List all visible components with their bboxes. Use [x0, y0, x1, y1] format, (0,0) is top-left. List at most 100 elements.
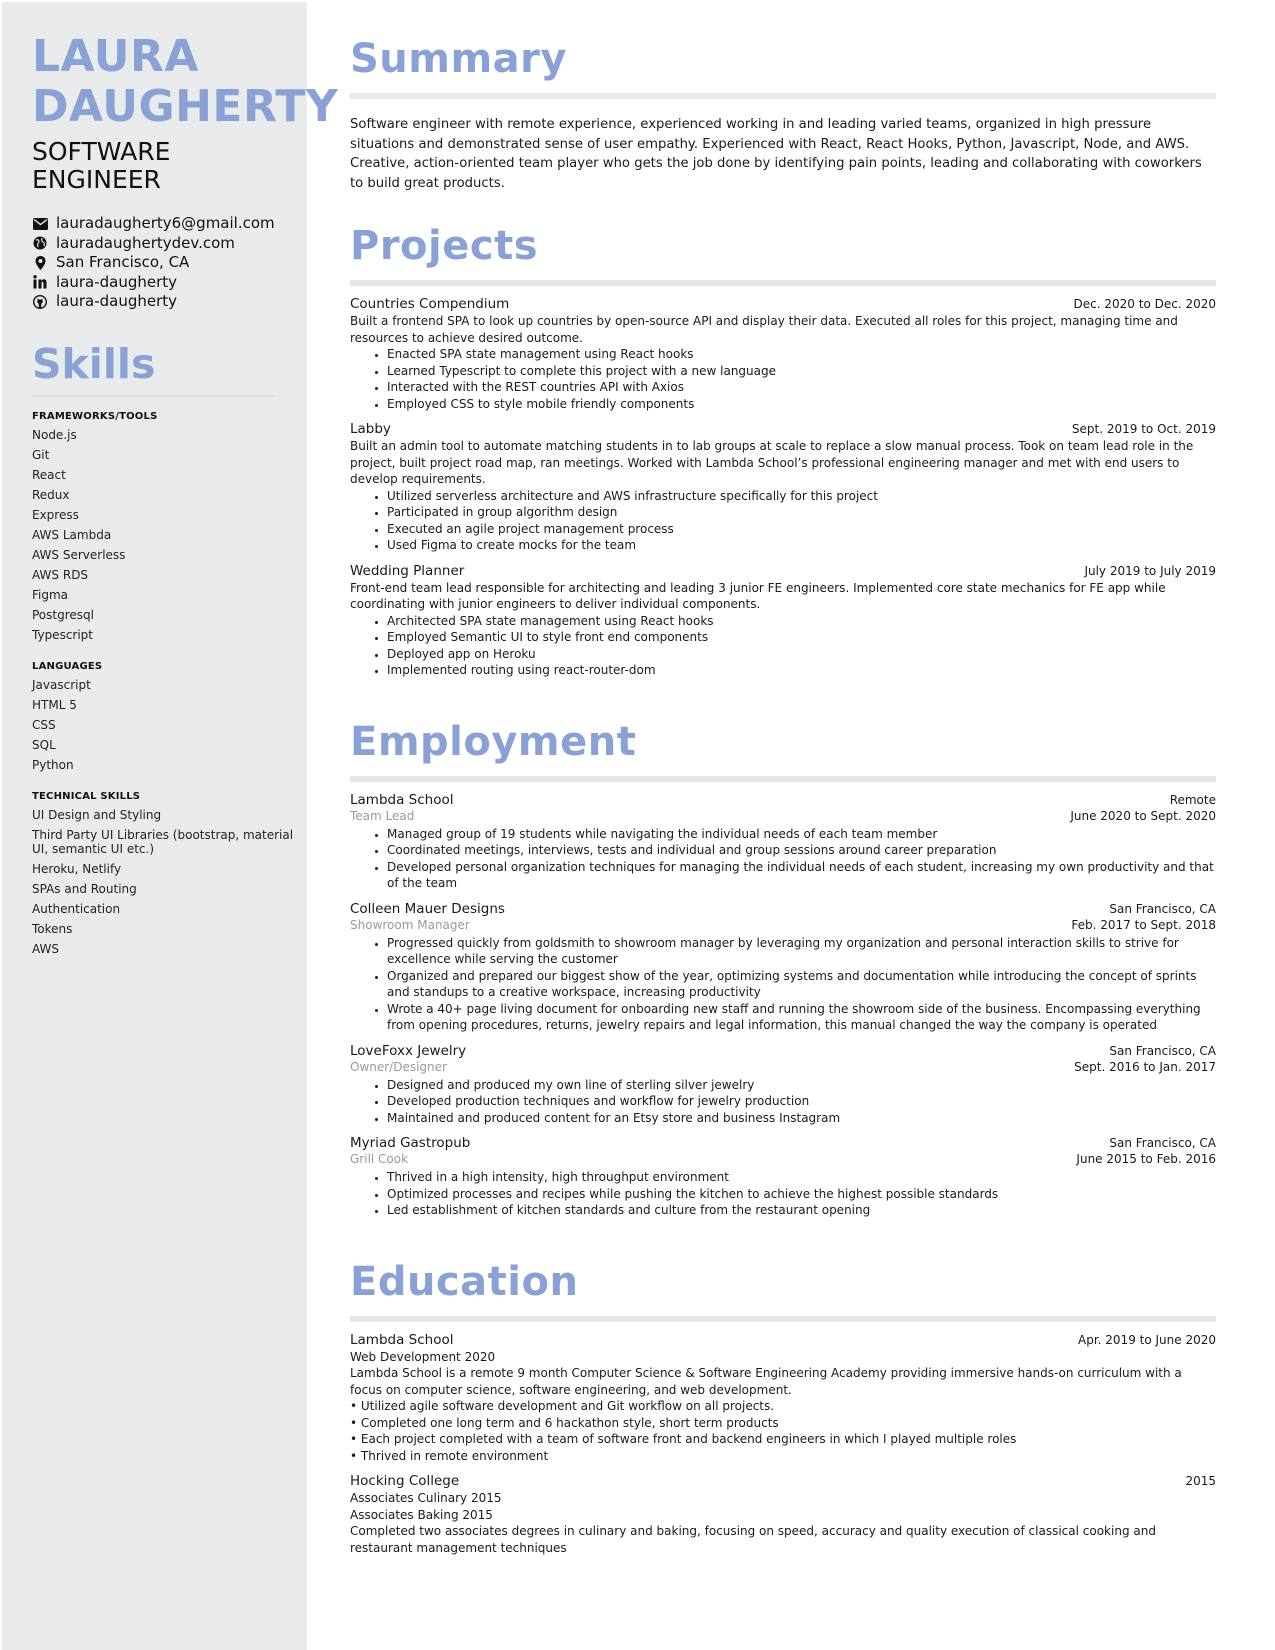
project-description: Built an admin tool to automate matching…: [350, 439, 1194, 486]
company-name: Colleen Mauer Designs: [350, 900, 505, 917]
job-entry: Colleen Mauer Designs San Francisco, CA Sh…: [350, 901, 1216, 1034]
bullet-item: Employed Semantic UI to style front end …: [387, 629, 1216, 646]
job-bullets: Progressed quickly from goldsmith to sho…: [350, 935, 1216, 1034]
job-dates: Sept. 2016 to Jan. 2017: [1074, 1059, 1216, 1074]
job-bullets: Managed group of 19 students while navig…: [350, 826, 1216, 892]
skill-item: Figma: [32, 587, 69, 602]
section-divider: [350, 1315, 1216, 1322]
section-title-employment: Employment: [350, 718, 637, 765]
contact-linkedin-text: laura-daugherty: [56, 272, 178, 291]
bullet-item: Architected SPA state management using R…: [387, 613, 1216, 630]
employment-list: Lambda School Remote Team Lead June 2020 to…: [350, 792, 1216, 1219]
education-line: Associates Baking 2015: [350, 1507, 493, 1522]
section-title-education: Education: [350, 1258, 579, 1305]
contact-linkedin[interactable]: laura-daugherty: [32, 273, 295, 293]
education-list: Lambda School Apr. 2019 to June 2020 Web D…: [350, 1332, 1216, 1557]
contact-website-text: lauradaughertydev.com: [56, 233, 235, 252]
bullet-item: Enacted SPA state management using React…: [387, 346, 1216, 363]
job-dates: Feb. 2017 to Sept. 2018: [1071, 917, 1216, 932]
sidebar: LAURA DAUGHERTY SOFTWARE ENGINEER laurad…: [2, 2, 339, 1650]
project-description: Built a frontend SPA to look up countrie…: [350, 314, 1178, 345]
bullet-item: Used Figma to create mocks for the team: [387, 537, 1216, 554]
education-line: • Each project completed with a team of …: [350, 1432, 1017, 1446]
section-title-projects: Projects: [350, 223, 539, 269]
contact-location-text: San Francisco, CA: [56, 253, 190, 271]
bullet-item: Executed an agile project management pro…: [387, 521, 1216, 538]
bullet-item: Interacted with the REST countries API w…: [387, 379, 1216, 396]
skill-item: Redux: [32, 487, 70, 502]
skill-item: Node.js: [32, 427, 77, 442]
skill-category-label: FRAMEWORKS/TOOLS: [32, 410, 158, 422]
job-subheader: Team Lead June 2020 to Sept. 2020: [350, 809, 1216, 824]
contact-email[interactable]: lauradaugherty6@gmail.com: [32, 214, 295, 234]
project-name: Countries Compendium: [350, 296, 510, 312]
skill-item: AWS Serverless: [32, 547, 126, 562]
bullet-item: Managed group of 19 students while navig…: [387, 826, 1216, 843]
job-entry: LoveFoxx Jewelry San Francisco, CA Owner/D…: [350, 1043, 1216, 1127]
project-dates: Sept. 2019 to Oct. 2019: [1071, 422, 1216, 436]
skill-item: AWS Lambda: [32, 527, 112, 542]
summary-text: Software engineer with remote experience…: [350, 117, 1202, 191]
section-divider: [350, 280, 1216, 286]
skill-group: TECHNICAL SKILLS UI Design and Styling Thi…: [32, 791, 295, 959]
job-title: SOFTWARE ENGINEER: [32, 138, 295, 194]
skill-item: Typescript: [32, 627, 94, 642]
project-entry: Wedding Planner July 2019 to July 2019 Fro…: [350, 563, 1216, 679]
job-header: Myriad Gastropub San Francisco, CA: [350, 1135, 1216, 1152]
school-name: Lambda School: [350, 1331, 454, 1348]
contact-website[interactable]: lauradaughertydev.com: [32, 234, 295, 254]
github-icon: [32, 294, 48, 310]
contact-github[interactable]: laura-daugherty: [32, 292, 295, 312]
job-location: San Francisco, CA: [1109, 901, 1216, 916]
envelope-icon: [32, 216, 48, 232]
job-subheader: Showroom Manager Feb. 2017 to Sept. 2018: [350, 918, 1216, 933]
bullet-item: Employed CSS to style mobile friendly co…: [387, 396, 1216, 413]
skill-list: Node.js Git React Redux Express AWS Lambda AWS…: [32, 425, 295, 645]
job-entry: Myriad Gastropub San Francisco, CA Grill C…: [350, 1135, 1216, 1219]
job-title-line: SOFTWARE: [32, 137, 171, 166]
bullet-item: Wrote a 40+ page living document for onb…: [387, 1001, 1216, 1034]
job-dates: June 2020 to Sept. 2020: [1070, 808, 1216, 823]
project-entry: Countries Compendium Dec. 2020 to Dec. 20…: [350, 296, 1216, 412]
bullet-item: Deployed app on Heroku: [387, 646, 1216, 663]
skill-list: Javascript HTML 5 CSS SQL Python: [32, 675, 295, 775]
education-entry: Lambda School Apr. 2019 to June 2020 Web D…: [350, 1332, 1216, 1465]
skill-item: AWS: [32, 941, 60, 956]
contact-location: San Francisco, CA: [32, 253, 295, 273]
project-dates: Dec. 2020 to Dec. 2020: [1073, 297, 1216, 311]
job-location: San Francisco, CA: [1109, 1136, 1216, 1150]
job-location: Remote: [1169, 792, 1216, 807]
education-dates: 2015: [1185, 1474, 1216, 1488]
education-header: Lambda School Apr. 2019 to June 2020: [350, 1332, 1216, 1349]
name-last: DAUGHERTY: [32, 81, 339, 132]
skill-item: UI Design and Styling: [32, 807, 162, 822]
projects-section: Projects Countries Compendium Dec. 2020 t…: [350, 193, 1216, 679]
bullet-item: Organized and prepared our biggest show …: [387, 968, 1216, 1001]
skill-item: Git: [32, 447, 50, 462]
education-line: • Thrived in remote environment: [350, 1448, 549, 1463]
bullet-item: Learned Typescript to complete this proj…: [387, 363, 1216, 380]
contact-email-text: lauradaugherty6@gmail.com: [56, 214, 275, 232]
bullet-item: Implemented routing using react-router-d…: [387, 662, 1216, 679]
map-pin-icon: [32, 255, 48, 271]
bullet-item: Designed and produced my own line of ste…: [387, 1077, 1216, 1094]
education-line: Lambda School is a remote 9 month Comput…: [350, 1366, 1182, 1397]
project-bullets: Utilized serverless architecture and AWS…: [350, 488, 1216, 554]
job-subheader: Owner/Designer Sept. 2016 to Jan. 2017: [350, 1060, 1216, 1075]
section-divider: [350, 775, 1216, 782]
bullet-item: Developed personal organization techniqu…: [387, 859, 1216, 892]
education-line: Web Development 2020: [350, 1349, 496, 1364]
linkedin-icon: [32, 274, 48, 290]
section-divider: [350, 93, 1216, 99]
contact-github-text: laura-daugherty: [56, 292, 178, 310]
job-role: Owner/Designer: [350, 1059, 447, 1074]
project-header: Wedding Planner July 2019 to July 2019: [350, 563, 1216, 580]
project-entry: Labby Sept. 2019 to Oct. 2019 Built an adm…: [350, 421, 1216, 554]
bullet-item: Coordinated meetings, interviews, tests …: [387, 842, 1216, 859]
contact-list: lauradaugherty6@gmail.com lauradaugherty…: [32, 214, 295, 312]
school-name: Hocking College: [350, 1473, 460, 1489]
bullet-item: Utilized serverless architecture and AWS…: [387, 488, 1216, 505]
skill-item: Heroku, Netlify: [32, 861, 122, 876]
globe-icon: [32, 235, 48, 251]
education-line: • Utilized agile software development an…: [350, 1399, 775, 1413]
